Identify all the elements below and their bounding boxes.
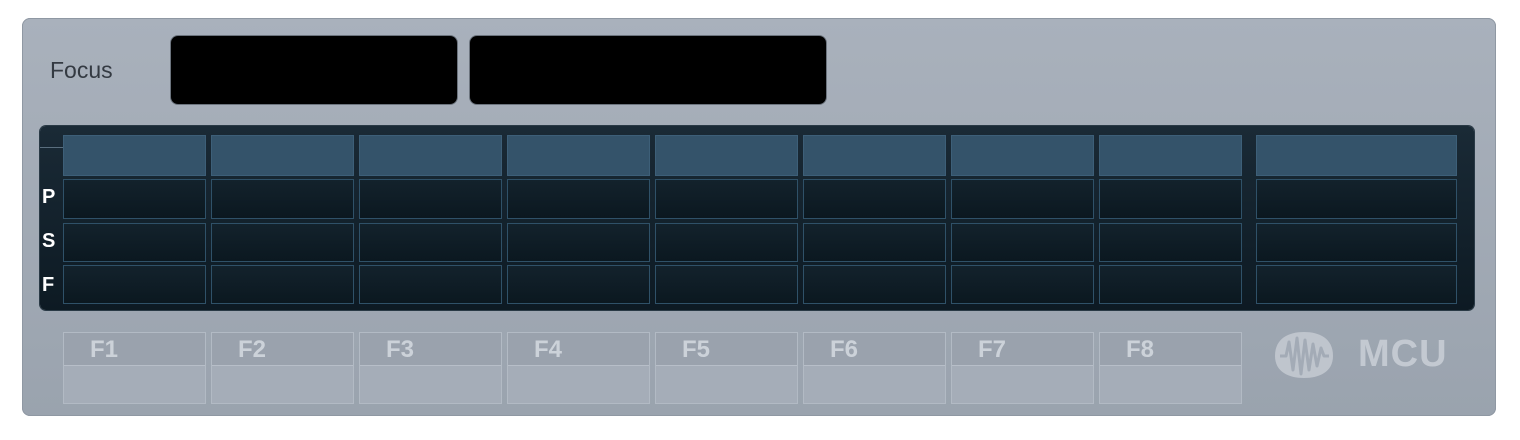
function-key-label: F3 <box>386 336 415 363</box>
pan-cell[interactable] <box>803 179 946 219</box>
function-key-label: F4 <box>534 336 563 363</box>
function-key-f1[interactable]: F1 <box>63 332 206 404</box>
function-key-top: F4 <box>508 333 649 366</box>
channel-name-cell[interactable] <box>507 135 650 176</box>
function-key-f8[interactable]: F8 <box>1099 332 1242 404</box>
pan-cell[interactable] <box>1256 179 1457 219</box>
channel-name-cell[interactable] <box>655 135 798 176</box>
pan-cell[interactable] <box>507 179 650 219</box>
function-key-f5[interactable]: F5 <box>655 332 798 404</box>
function-key-label: F1 <box>90 336 119 363</box>
pan-cell[interactable] <box>1099 179 1242 219</box>
channel-name-cell[interactable] <box>359 135 502 176</box>
function-key-top: F7 <box>952 333 1093 366</box>
fader-cell[interactable] <box>359 265 502 304</box>
send-cell[interactable] <box>63 223 206 262</box>
presonus-logo-icon <box>1275 332 1333 378</box>
mcu-panel: Focus P S F F1 F2 F3 F4 F5 F6 F7 F8 MCU <box>22 18 1496 416</box>
function-key-label: F7 <box>978 336 1007 363</box>
function-key-top: F6 <box>804 333 945 366</box>
function-key-top: F5 <box>656 333 797 366</box>
channel-name-cell[interactable] <box>1256 135 1457 176</box>
row-label-s: S <box>42 230 56 252</box>
pan-cell[interactable] <box>655 179 798 219</box>
fader-cell[interactable] <box>951 265 1094 304</box>
channel-strip-grid: P S F <box>40 126 1474 310</box>
function-key-label: F8 <box>1126 336 1155 363</box>
pan-cell[interactable] <box>359 179 502 219</box>
focus-label: Focus <box>50 57 113 83</box>
send-cell[interactable] <box>655 223 798 262</box>
send-cell[interactable] <box>1256 223 1457 262</box>
function-key-label: F5 <box>682 336 711 363</box>
channel-name-cell[interactable] <box>1099 135 1242 176</box>
brand-logo-text: MCU <box>1358 333 1448 375</box>
send-cell[interactable] <box>211 223 354 262</box>
fader-cell[interactable] <box>803 265 946 304</box>
fader-cell[interactable] <box>63 265 206 304</box>
function-key-label: F2 <box>238 336 267 363</box>
function-key-f6[interactable]: F6 <box>803 332 946 404</box>
function-key-f7[interactable]: F7 <box>951 332 1094 404</box>
channel-name-cell[interactable] <box>803 135 946 176</box>
fader-cell[interactable] <box>211 265 354 304</box>
focus-lcd-left <box>171 36 457 104</box>
channel-name-cell[interactable] <box>211 135 354 176</box>
row-label-f: F <box>42 274 55 296</box>
function-key-f2[interactable]: F2 <box>211 332 354 404</box>
row-label-p: P <box>42 186 56 208</box>
fader-cell[interactable] <box>1099 265 1242 304</box>
channel-name-cell[interactable] <box>951 135 1094 176</box>
pan-cell[interactable] <box>951 179 1094 219</box>
send-cell[interactable] <box>1099 223 1242 262</box>
function-key-label: F6 <box>830 336 859 363</box>
fader-cell[interactable] <box>1256 265 1457 304</box>
send-cell[interactable] <box>951 223 1094 262</box>
send-cell[interactable] <box>507 223 650 262</box>
send-cell[interactable] <box>359 223 502 262</box>
focus-lcd-right <box>470 36 826 104</box>
fader-cell[interactable] <box>655 265 798 304</box>
strip-tick <box>40 147 64 148</box>
function-key-top: F1 <box>64 333 205 366</box>
function-key-top: F8 <box>1100 333 1241 366</box>
fader-cell[interactable] <box>507 265 650 304</box>
pan-cell[interactable] <box>63 179 206 219</box>
function-key-f4[interactable]: F4 <box>507 332 650 404</box>
function-key-f3[interactable]: F3 <box>359 332 502 404</box>
function-key-top: F3 <box>360 333 501 366</box>
pan-cell[interactable] <box>211 179 354 219</box>
channel-name-cell[interactable] <box>63 135 206 176</box>
send-cell[interactable] <box>803 223 946 262</box>
function-key-top: F2 <box>212 333 353 366</box>
